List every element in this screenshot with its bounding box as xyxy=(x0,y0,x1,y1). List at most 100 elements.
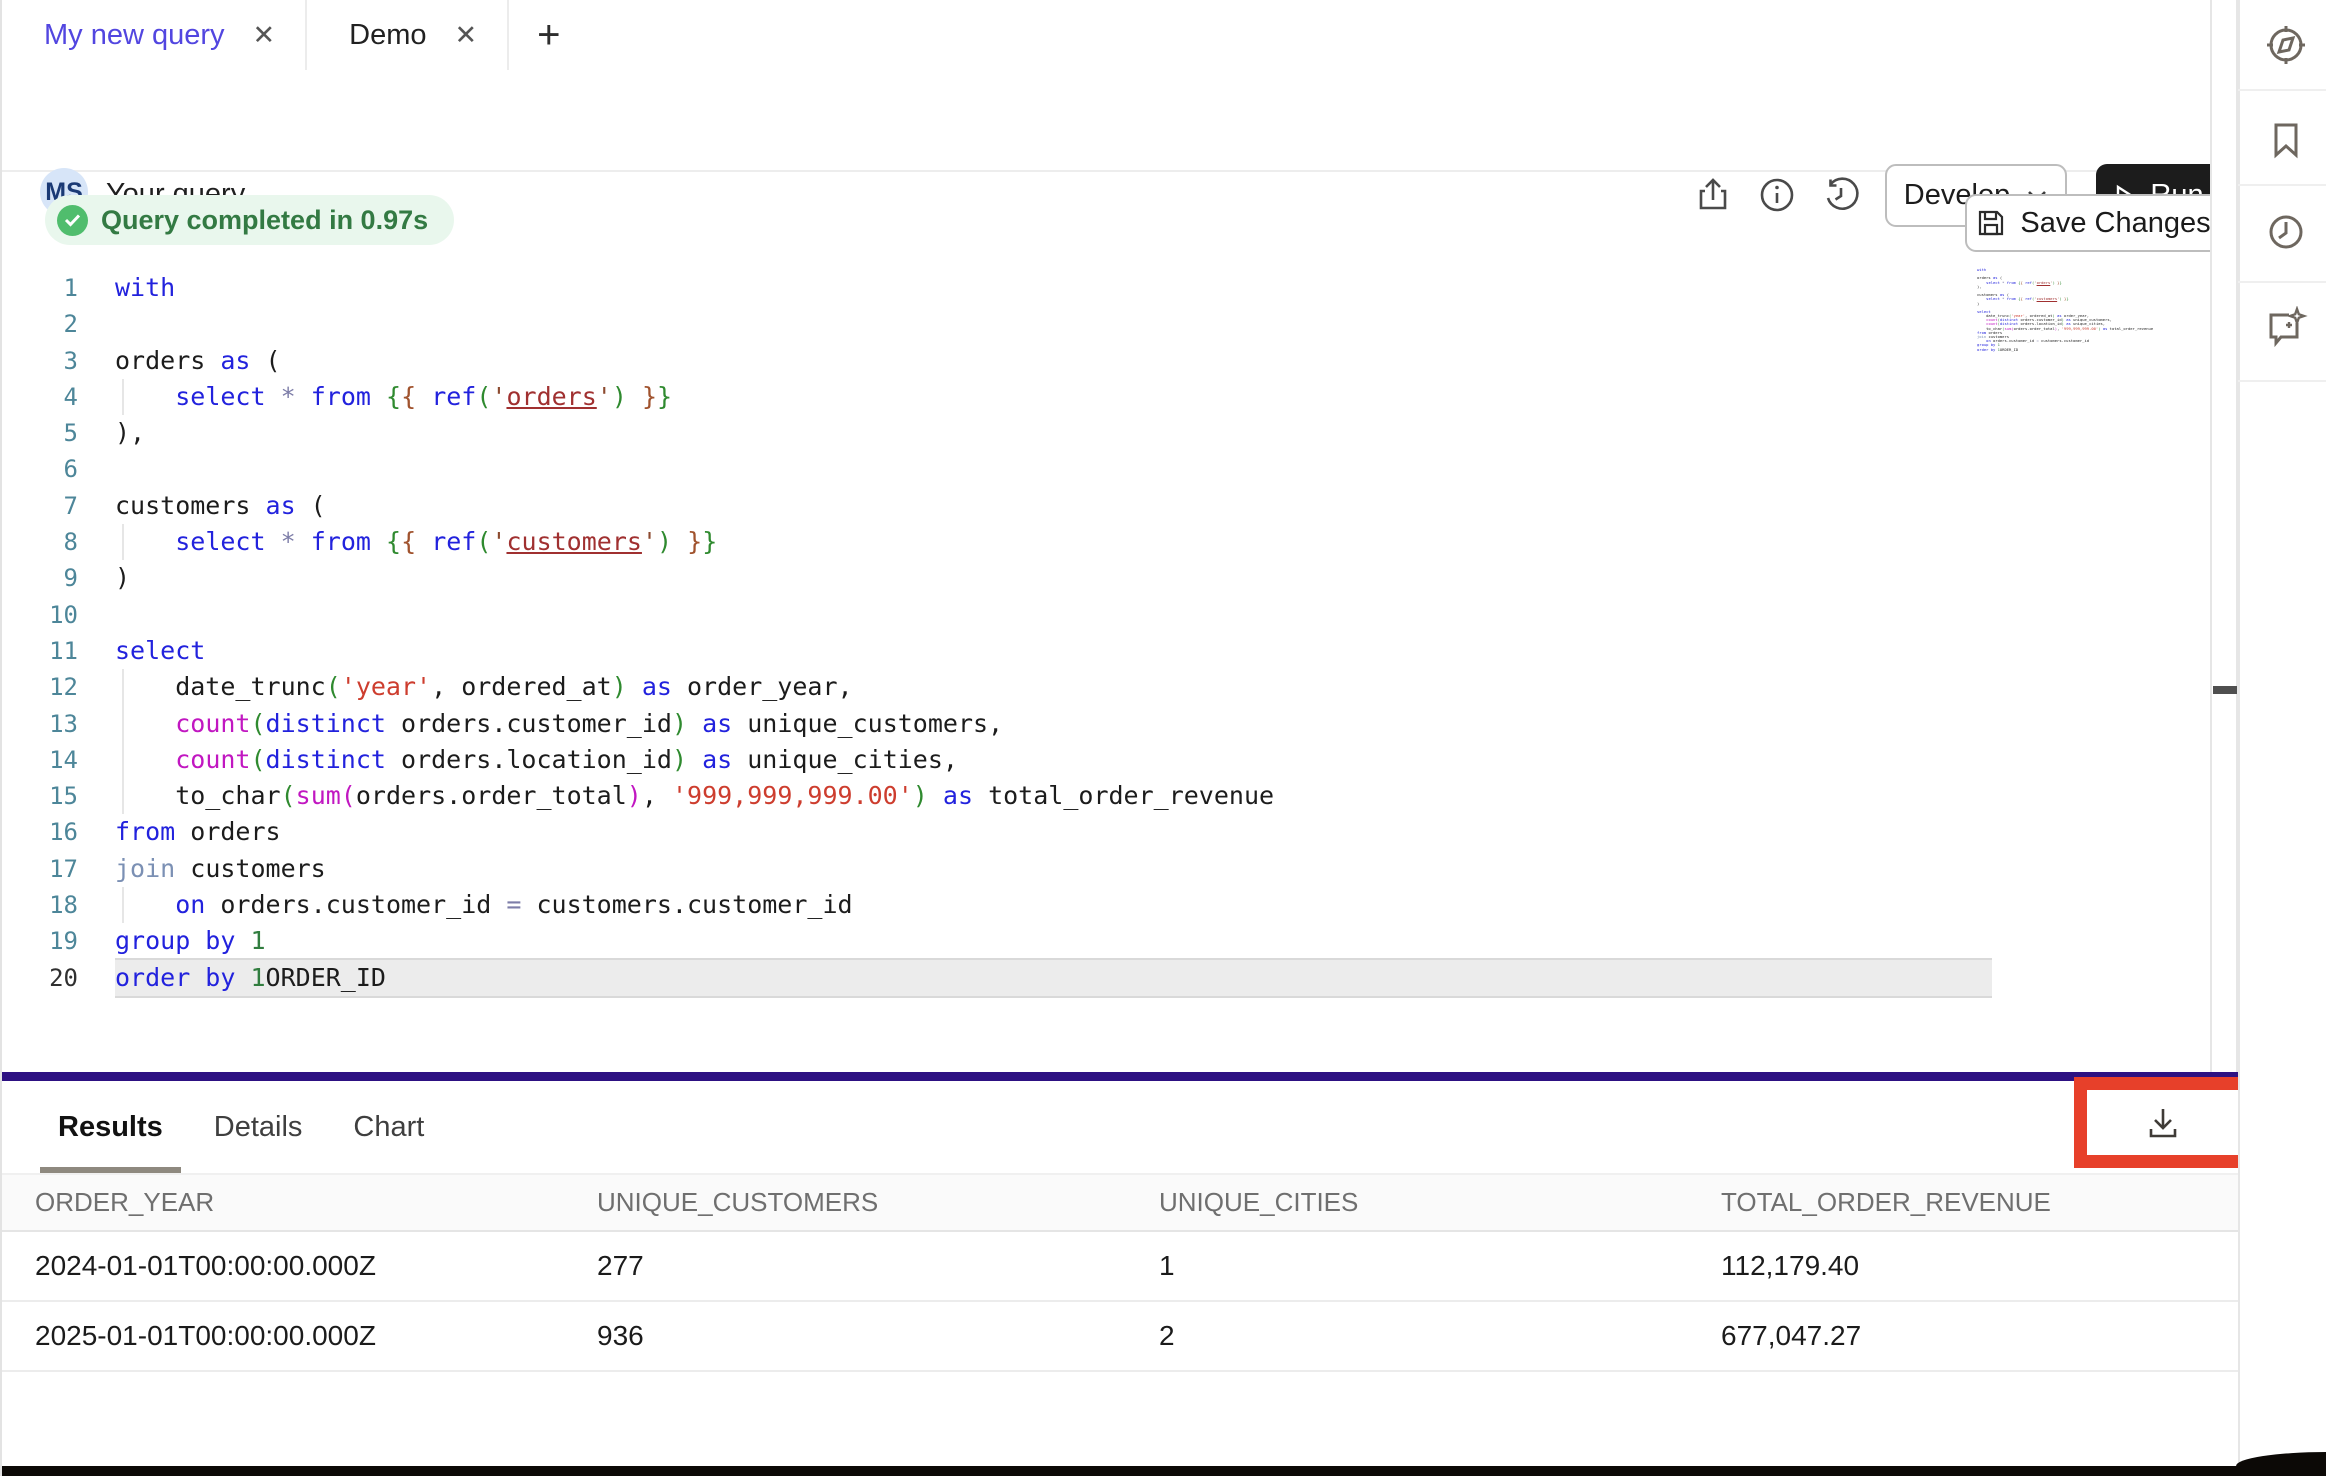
table-cell: 112,179.40 xyxy=(1721,1250,2238,1282)
tab-chart[interactable]: Chart xyxy=(353,1081,424,1173)
download-button[interactable] xyxy=(2145,1105,2181,1141)
scrollbar-handle[interactable] xyxy=(2213,686,2237,694)
tab-results[interactable]: Results xyxy=(58,1081,163,1173)
code-line[interactable] xyxy=(115,306,1992,342)
minimap-line: order by 1ORDER_ID xyxy=(1977,348,2177,352)
table-cell: 2 xyxy=(1159,1320,1721,1352)
code-line[interactable]: to_char(sum(orders.order_total), '999,99… xyxy=(115,778,1992,814)
line-number: 17 xyxy=(32,851,78,887)
column-header: TOTAL_ORDER_REVENUE xyxy=(1721,1187,2238,1218)
code-line[interactable]: with xyxy=(115,270,1992,306)
line-number: 11 xyxy=(32,633,78,669)
info-icon[interactable] xyxy=(1758,176,1796,214)
line-number: 5 xyxy=(32,415,78,451)
code-line[interactable]: ), xyxy=(115,415,1992,451)
sidebar-divider xyxy=(2238,184,2326,186)
code-line[interactable]: on orders.customer_id = customers.custom… xyxy=(115,887,1992,923)
code-line[interactable]: select * from {{ ref('orders') }} xyxy=(115,379,1992,415)
line-number: 8 xyxy=(32,524,78,560)
history-icon[interactable] xyxy=(1822,176,1860,214)
table-cell: 277 xyxy=(597,1250,1159,1282)
check-icon xyxy=(57,205,88,236)
line-number: 19 xyxy=(32,923,78,959)
editor-tab[interactable]: My new query ✕ xyxy=(2,0,307,70)
line-number: 13 xyxy=(32,706,78,742)
code-line[interactable]: join customers xyxy=(115,851,1992,887)
line-number: 7 xyxy=(32,488,78,524)
line-number: 10 xyxy=(32,597,78,633)
sidebar-divider xyxy=(2238,281,2326,283)
minimap-line: to_char(sum(orders.order_total), '999,99… xyxy=(1977,327,2177,331)
close-icon[interactable]: ✕ xyxy=(455,22,478,49)
ai-chat-icon[interactable] xyxy=(2264,306,2308,350)
panel-resize-divider[interactable] xyxy=(2,1072,2238,1081)
tab-label: Demo xyxy=(349,19,426,52)
close-icon[interactable]: ✕ xyxy=(253,22,276,49)
results-table: ORDER_YEARUNIQUE_CUSTOMERSUNIQUE_CITIEST… xyxy=(2,1173,2238,1372)
line-number: 9 xyxy=(32,560,78,596)
status-badge: Query completed in 0.97s xyxy=(45,195,454,245)
code-editor[interactable]: with orders as ( select * from {{ ref('or… xyxy=(115,270,1992,996)
download-icon xyxy=(2145,1105,2181,1141)
code-line[interactable]: count(distinct orders.location_id) as un… xyxy=(115,742,1992,778)
code-line[interactable]: select * from {{ ref('customers') }} xyxy=(115,524,1992,560)
editor-tab-bar: My new query ✕ Demo ✕ + xyxy=(2,0,2210,72)
code-line[interactable]: ) xyxy=(115,560,1992,596)
results-tab-bar: Results Details Chart xyxy=(2,1081,2238,1173)
clock-icon[interactable] xyxy=(2264,210,2308,254)
table-header-row: ORDER_YEARUNIQUE_CUSTOMERSUNIQUE_CITIEST… xyxy=(2,1173,2238,1232)
minimap[interactable]: withorders as ( select * from {{ ref('or… xyxy=(1977,268,2177,352)
line-number: 1 xyxy=(32,270,78,306)
table-cell: 677,047.27 xyxy=(1721,1320,2238,1352)
query-header: MS Your query Develop Run xyxy=(2,70,2210,172)
column-header: UNIQUE_CUSTOMERS xyxy=(597,1187,1159,1218)
column-header: UNIQUE_CITIES xyxy=(1159,1187,1721,1218)
line-number: 20 xyxy=(32,960,78,996)
add-tab-button[interactable]: + xyxy=(509,0,560,70)
line-number: 18 xyxy=(32,887,78,923)
line-number: 6 xyxy=(32,451,78,487)
bookmark-icon[interactable] xyxy=(2264,118,2308,162)
table-cell: 1 xyxy=(1159,1250,1721,1282)
annotation-highlight xyxy=(2074,1077,2252,1168)
table-cell: 2025-01-01T00:00:00.000Z xyxy=(35,1320,597,1352)
line-number: 14 xyxy=(32,742,78,778)
sidebar-divider xyxy=(2238,89,2326,91)
line-number: 16 xyxy=(32,814,78,850)
save-label: Save Changes xyxy=(2020,207,2210,240)
line-number-gutter: 1234567891011121314151617181920 xyxy=(32,270,78,996)
code-line[interactable]: date_trunc('year', ordered_at) as order_… xyxy=(115,669,1992,705)
share-icon[interactable] xyxy=(1694,176,1732,214)
editor-scrollbar xyxy=(2210,0,2238,1072)
line-number: 3 xyxy=(32,343,78,379)
code-line[interactable]: orders as ( xyxy=(115,343,1992,379)
table-row: 2024-01-01T00:00:00.000Z2771112,179.40 xyxy=(2,1232,2238,1302)
code-line[interactable]: customers as ( xyxy=(115,488,1992,524)
line-number: 4 xyxy=(32,379,78,415)
editor-tab[interactable]: Demo ✕ xyxy=(307,0,509,70)
table-cell: 2024-01-01T00:00:00.000Z xyxy=(35,1250,597,1282)
save-icon xyxy=(1976,208,2006,238)
code-line[interactable] xyxy=(115,597,1992,633)
code-line[interactable] xyxy=(115,451,1992,487)
save-changes-button[interactable]: Save Changes xyxy=(1965,194,2222,252)
column-header: ORDER_YEAR xyxy=(35,1187,597,1218)
line-number: 15 xyxy=(32,778,78,814)
tab-label: My new query xyxy=(44,19,225,52)
line-number: 12 xyxy=(32,669,78,705)
line-number: 2 xyxy=(32,306,78,342)
table-body: 2024-01-01T00:00:00.000Z2771112,179.4020… xyxy=(2,1232,2238,1372)
tab-details[interactable]: Details xyxy=(214,1081,303,1173)
code-line[interactable]: from orders xyxy=(115,814,1992,850)
table-row: 2025-01-01T00:00:00.000Z9362677,047.27 xyxy=(2,1302,2238,1372)
compass-icon[interactable] xyxy=(2264,23,2308,67)
code-line[interactable]: group by 1 xyxy=(115,923,1992,959)
sidebar-divider xyxy=(2238,380,2326,382)
code-line[interactable]: order by 1ORDER_ID xyxy=(115,960,1992,996)
app-window: My new query ✕ Demo ✕ + MS Your query Develo… xyxy=(0,0,2326,1476)
code-line[interactable]: select xyxy=(115,633,1992,669)
code-line[interactable]: count(distinct orders.customer_id) as un… xyxy=(115,706,1992,742)
background-window-edge xyxy=(2,1466,2326,1476)
status-text: Query completed in 0.97s xyxy=(101,205,428,236)
table-cell: 936 xyxy=(597,1320,1159,1352)
